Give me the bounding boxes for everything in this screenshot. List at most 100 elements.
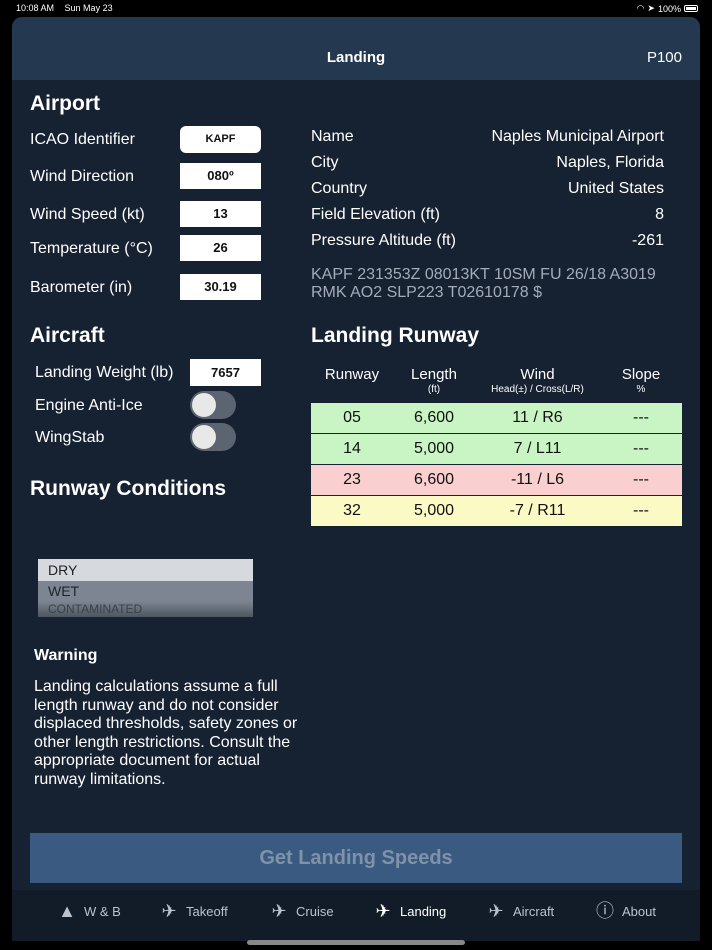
runway-row[interactable]: 05 6,600 11 / R6 --- — [311, 403, 682, 433]
wind-cell: 7 / L11 — [513, 440, 562, 457]
app-window: Landing P100 Airport ICAO Identifier KAP… — [12, 17, 700, 941]
warning-text: Landing calculations assume a full lengt… — [34, 678, 298, 788]
battery-percent: 100% — [657, 3, 681, 14]
tab-takeoff-label: Takeoff — [186, 903, 228, 919]
tab-about[interactable]: ⓘ About — [594, 900, 656, 922]
wifi-icon: ◠ — [636, 3, 645, 13]
icao-label: ICAO Identifier — [30, 131, 135, 148]
status-date: Sun May 23 — [64, 3, 113, 13]
status-bar: 10:08 AM Sun May 23 ◠ ➤ 100% — [0, 0, 712, 16]
tab-wb-label: W & B — [84, 903, 121, 919]
picker-option-dry[interactable]: DRY — [38, 559, 253, 581]
col-header-wind-sub: Head(±) / Cross(L/R) — [491, 384, 584, 395]
runway-row[interactable]: 32 5,000 -7 / R11 --- — [311, 496, 682, 526]
airport-name-label: Name — [311, 128, 354, 145]
pressure-altitude-label: Pressure Altitude (ft) — [311, 232, 456, 249]
wingstab-label: WingStab — [35, 429, 105, 446]
nav-title: Landing — [326, 49, 386, 66]
engine-anti-ice-toggle[interactable] — [190, 391, 236, 419]
airport-city-value: Naples, Florida — [556, 154, 664, 171]
col-header-length: Length (ft) — [393, 366, 475, 395]
col-header-runway-label: Runway — [324, 366, 380, 383]
tab-wb[interactable]: ▲ W & B — [56, 900, 121, 922]
wind-cell: 11 / R6 — [512, 409, 563, 426]
runway-table: 05 6,600 11 / R6 --- 14 5,000 7 / L11 --… — [311, 403, 682, 527]
slope-cell: --- — [633, 440, 649, 457]
col-header-runway: Runway — [311, 366, 393, 383]
slope-cell: --- — [633, 471, 649, 488]
tab-landing[interactable]: ✈ Landing — [372, 900, 446, 922]
airport-name-value: Naples Municipal Airport — [491, 128, 664, 145]
wind-cell: -11 / L6 — [510, 471, 565, 488]
tab-landing-label: Landing — [400, 903, 447, 919]
slope-cell: --- — [633, 502, 649, 519]
length-cell: 5,000 — [413, 502, 455, 519]
landing-weight-input[interactable]: 7657 — [190, 359, 261, 386]
barometer-input[interactable]: 30.19 — [180, 274, 261, 300]
runway-cell: 32 — [343, 502, 361, 519]
col-header-slope-label: Slope — [621, 366, 661, 383]
airport-city-label: City — [311, 154, 339, 171]
location-icon: ➤ — [647, 3, 655, 13]
airport-section-title: Airport — [30, 92, 100, 115]
wind-direction-input[interactable]: 080º — [180, 163, 261, 189]
col-header-slope-unit: % — [636, 384, 646, 395]
landing-weight-label: Landing Weight (lb) — [35, 364, 174, 381]
metar-line-2: RMK AO2 SLP223 T02610178 $ — [311, 284, 542, 301]
wind-cell: -7 / R11 — [509, 502, 566, 519]
runway-cell: 05 — [343, 409, 361, 426]
length-cell: 6,600 — [413, 471, 455, 488]
wind-direction-label: Wind Direction — [30, 168, 135, 185]
tab-cruise-label: Cruise — [296, 903, 334, 919]
cruise-icon: ✈ — [271, 901, 287, 921]
tab-bar: ▲ W & B ✈ Takeoff ✈ Cruise ✈ Landing ✈ A… — [12, 890, 700, 941]
airport-country-value: United States — [567, 180, 664, 197]
field-elevation-label: Field Elevation (ft) — [311, 206, 440, 223]
temperature-label: Temperature (°C) — [30, 240, 153, 257]
wingstab-toggle[interactable] — [190, 423, 236, 451]
home-indicator — [247, 940, 465, 945]
tab-aircraft-label: Aircraft — [513, 903, 555, 919]
tab-aircraft[interactable]: ✈ Aircraft — [485, 900, 554, 922]
barometer-label: Barometer (in) — [30, 279, 133, 296]
slope-cell: --- — [633, 409, 649, 426]
takeoff-icon: ✈ — [161, 901, 177, 921]
pressure-altitude-value: -261 — [631, 232, 664, 249]
aircraft-section-title: Aircraft — [30, 324, 105, 347]
runway-cell: 14 — [343, 440, 361, 457]
wind-speed-input[interactable]: 13 — [180, 201, 261, 227]
airplane-icon: ✈ — [488, 901, 504, 921]
warning-title: Warning — [34, 647, 98, 664]
picker-option-wet[interactable]: WET — [38, 581, 253, 601]
metar-text: KAPF 231353Z 08013KT 10SM FU 26/18 A3019… — [311, 266, 671, 302]
info-icon: ⓘ — [596, 901, 614, 921]
runway-cell: 23 — [343, 471, 361, 488]
aircraft-model-label: P100 — [646, 49, 682, 66]
tab-cruise[interactable]: ✈ Cruise — [268, 900, 334, 922]
col-header-wind-label: Wind — [520, 366, 555, 383]
col-header-length-label: Length — [411, 366, 457, 383]
status-time: 10:08 AM — [16, 3, 55, 13]
get-landing-speeds-button[interactable]: Get Landing Speeds — [30, 833, 682, 883]
col-header-length-unit: (ft) — [427, 384, 441, 395]
metar-line-1: KAPF 231353Z 08013KT 10SM FU 26/18 A3019 — [311, 266, 656, 283]
runway-row[interactable]: 23 6,600 -11 / L6 --- — [311, 465, 682, 495]
length-cell: 6,600 — [413, 409, 455, 426]
tab-about-label: About — [622, 903, 656, 919]
landing-icon: ✈ — [375, 901, 391, 921]
icao-input[interactable]: KAPF — [180, 126, 261, 153]
tab-takeoff[interactable]: ✈ Takeoff — [158, 900, 228, 922]
field-elevation-value: 8 — [655, 206, 664, 223]
temperature-input[interactable]: 26 — [180, 235, 261, 261]
runway-conditions-title: Runway Conditions — [30, 477, 226, 500]
landing-runway-title: Landing Runway — [311, 324, 479, 347]
picker-option-contaminated[interactable]: CONTAMINATED — [38, 601, 253, 617]
airport-country-label: Country — [311, 180, 368, 197]
wind-speed-label: Wind Speed (kt) — [30, 206, 145, 223]
runway-condition-picker[interactable]: DRY WET CONTAMINATED — [38, 559, 253, 617]
runway-row[interactable]: 14 5,000 7 / L11 --- — [311, 434, 682, 464]
battery-icon — [684, 5, 698, 12]
col-header-wind: Wind Head(±) / Cross(L/R) — [475, 366, 600, 395]
weight-icon: ▲ — [58, 901, 76, 921]
nav-bar: Landing P100 — [12, 17, 700, 80]
